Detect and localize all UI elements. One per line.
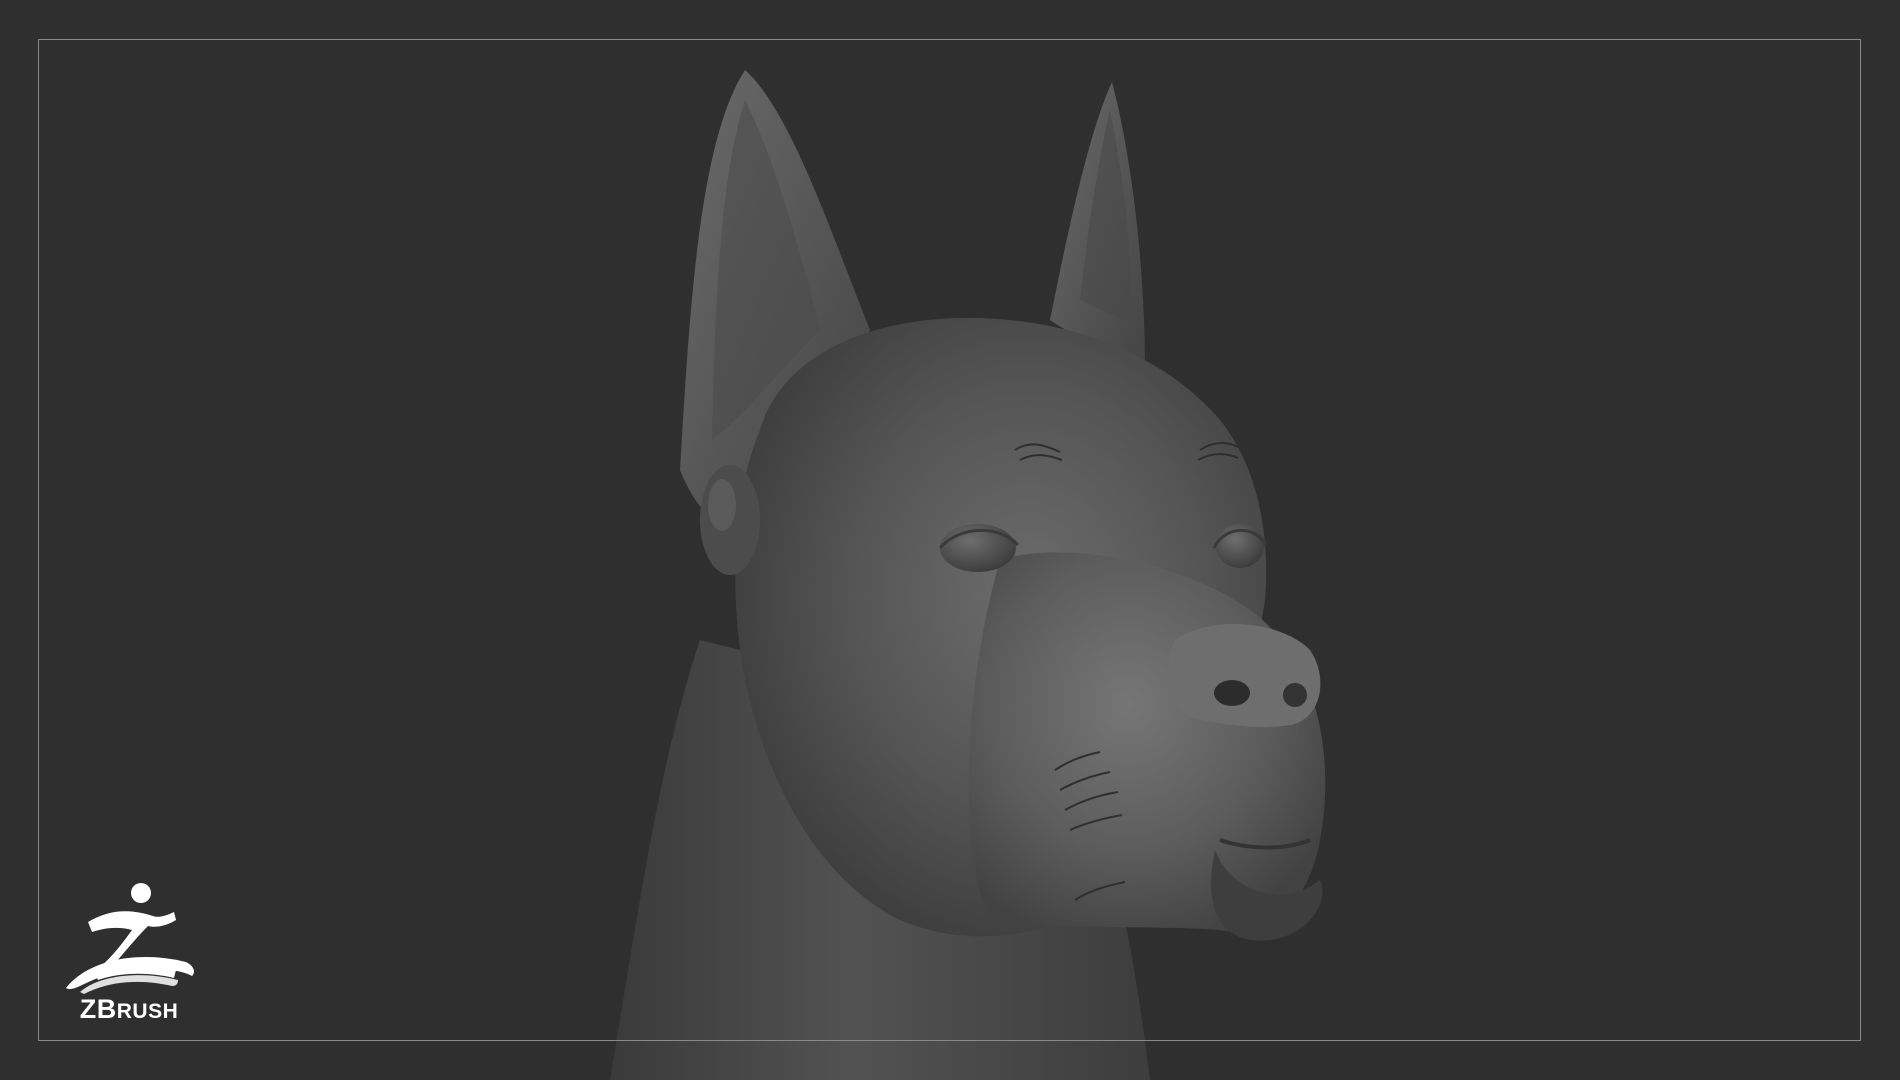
zbrush-running-figure-icon [66, 883, 194, 994]
zbrush-wordmark: ZBRUSH [58, 994, 200, 1025]
wordmark-suffix: RUSH [116, 1000, 179, 1023]
zbrush-logo: ZBRUSH [58, 880, 200, 1025]
wordmark-prefix: ZB [79, 994, 117, 1024]
zbrush-viewport[interactable]: ZBRUSH [0, 0, 1900, 1080]
dog-head-sculpt [610, 70, 1326, 1080]
